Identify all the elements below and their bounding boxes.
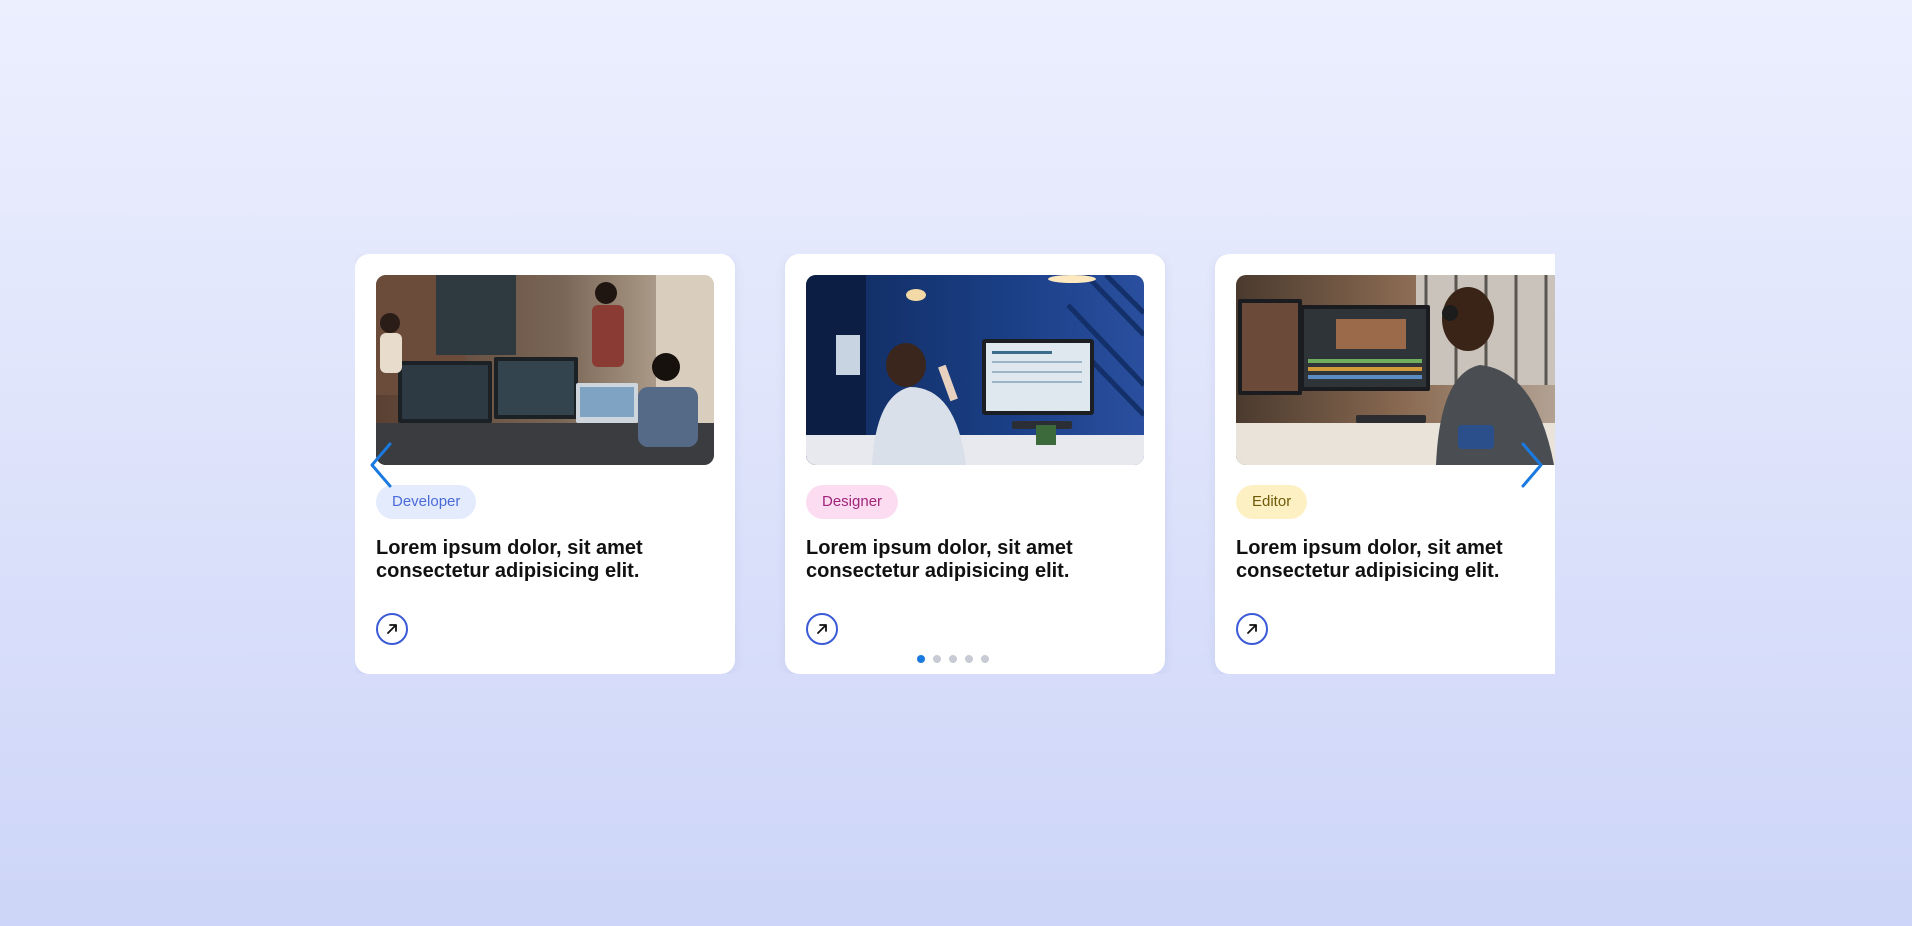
pagination-dot-5[interactable] (981, 655, 989, 663)
arrow-up-right-icon (387, 624, 397, 634)
carousel-track: Developer Lorem ipsum dolor, sit amet co… (355, 254, 1555, 674)
pagination-dot-3[interactable] (949, 655, 957, 663)
card-title: Lorem ipsum dolor, sit amet consectetur … (376, 537, 643, 582)
pagination-dot-1[interactable] (917, 655, 925, 663)
card-image-designer (806, 275, 1144, 465)
chevron-left-icon (370, 442, 392, 488)
card-image-editor (1236, 275, 1555, 465)
carousel-next-button[interactable] (1515, 440, 1549, 490)
carousel-card-designer: Designer Lorem ipsum dolor, sit amet con… (785, 254, 1165, 674)
card-title: Lorem ipsum dolor, sit amet consectetur … (1236, 537, 1503, 582)
arrow-up-right-icon (817, 624, 827, 634)
category-tag: Developer (376, 485, 477, 519)
carousel-card-editor: Editor Lorem ipsum dolor, sit amet conse… (1215, 254, 1555, 674)
pagination-dot-4[interactable] (965, 655, 973, 663)
card-carousel: Developer Lorem ipsum dolor, sit amet co… (355, 254, 1555, 674)
card-link-button[interactable] (376, 613, 408, 645)
category-tag: Editor (1236, 485, 1308, 519)
card-link-button[interactable] (806, 613, 838, 645)
carousel-prev-button[interactable] (364, 440, 398, 490)
arrow-up-right-icon (1247, 624, 1257, 634)
carousel-card-developer: Developer Lorem ipsum dolor, sit amet co… (355, 254, 735, 674)
card-title: Lorem ipsum dolor, sit amet consectetur … (806, 537, 1073, 582)
category-tag: Designer (806, 485, 899, 519)
carousel-pagination (917, 655, 989, 663)
chevron-right-icon (1521, 442, 1543, 488)
pagination-dot-2[interactable] (933, 655, 941, 663)
card-image-developer (376, 275, 714, 465)
card-link-button[interactable] (1236, 613, 1268, 645)
